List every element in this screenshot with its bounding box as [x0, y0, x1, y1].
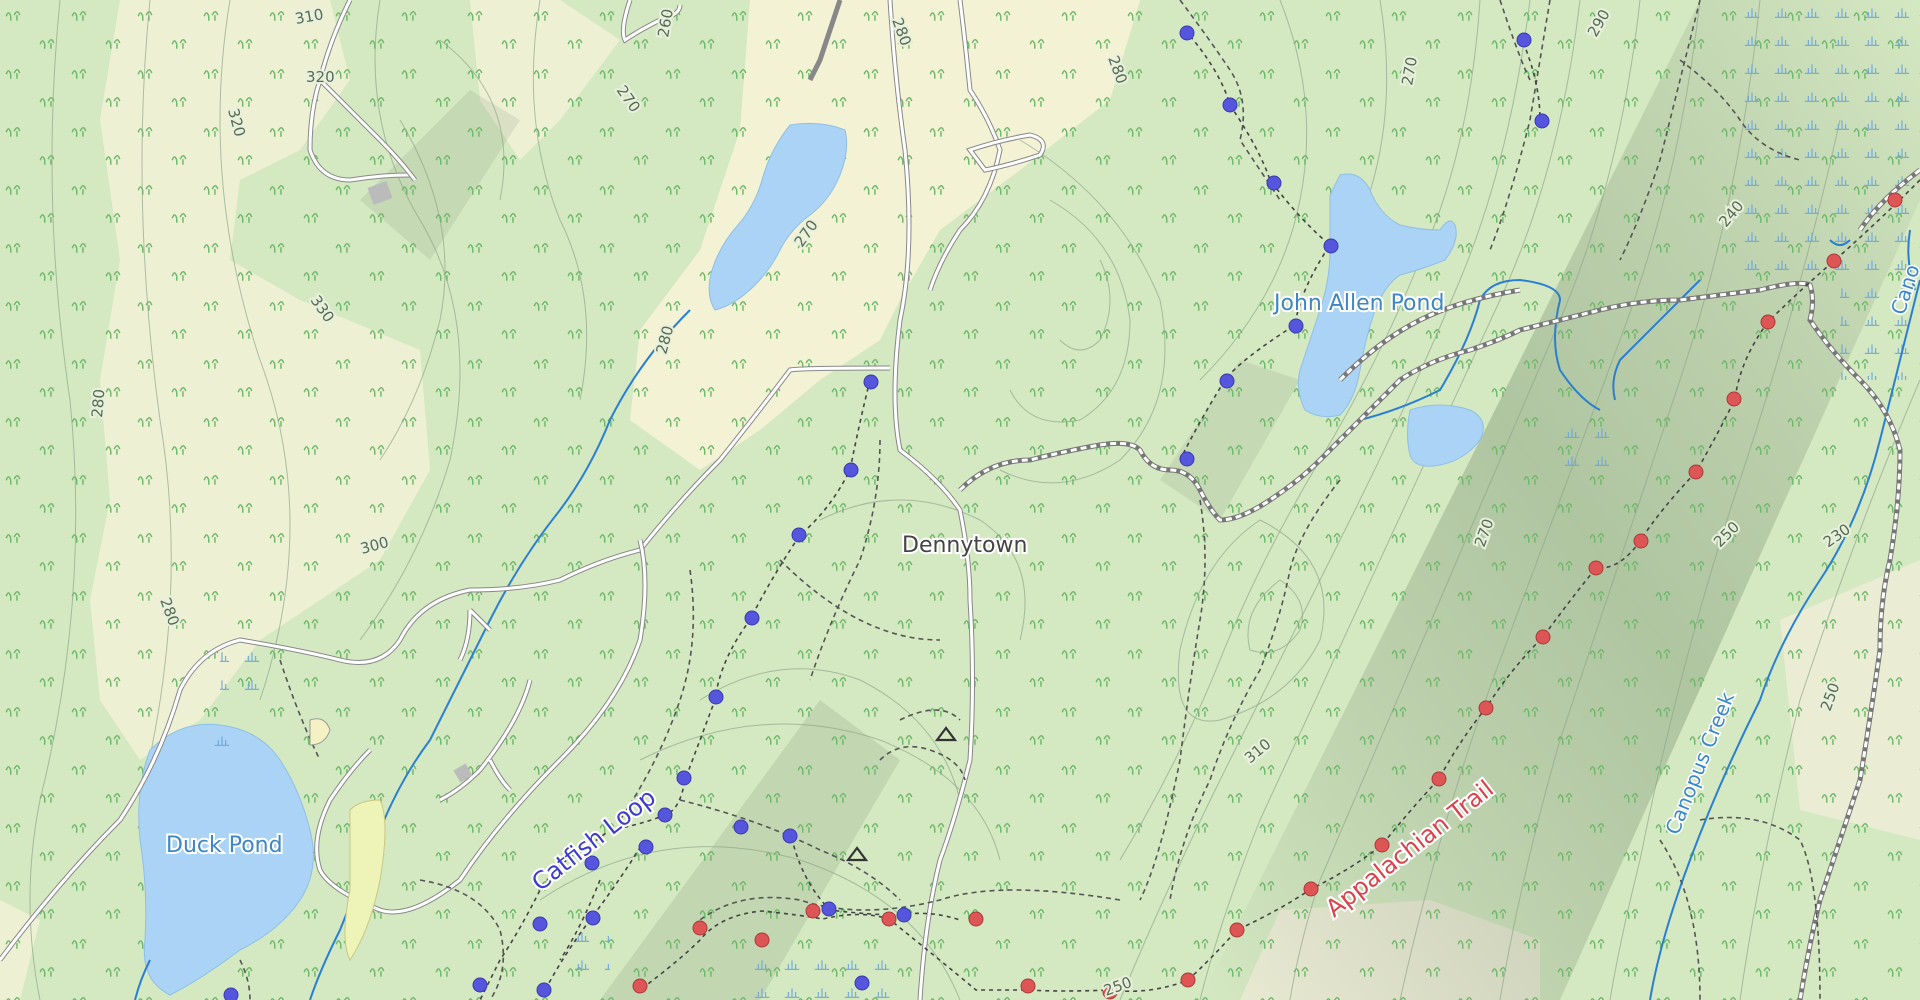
trail-marker	[1431, 771, 1447, 787]
trail-marker	[782, 828, 798, 844]
trail-marker	[754, 932, 770, 948]
trail-marker	[791, 527, 807, 543]
trail-marker	[585, 910, 601, 926]
dennytown-label: Dennytown	[902, 533, 1027, 558]
trail-marker	[1535, 629, 1551, 645]
trail-marker	[1179, 25, 1195, 41]
trail-marker	[1303, 881, 1319, 897]
duck-pond-label: Duck Pond	[166, 833, 283, 858]
trail-marker	[1760, 314, 1776, 330]
trail-marker	[1222, 97, 1238, 113]
trail-marker	[1688, 464, 1704, 480]
trail-marker	[223, 987, 239, 1000]
trail-marker	[1229, 922, 1245, 938]
trail-marker	[744, 610, 760, 626]
trail-marker	[1887, 192, 1903, 208]
trail-marker	[632, 978, 648, 994]
trail-marker	[1826, 253, 1842, 269]
trail-marker	[1179, 451, 1195, 467]
trail-marker	[854, 975, 870, 991]
trail-marker	[1534, 113, 1550, 129]
contour-label: 320	[306, 68, 335, 86]
trail-marker	[896, 907, 912, 923]
contour-label: 280	[88, 388, 108, 418]
trail-marker	[708, 689, 724, 705]
trail-marker	[1288, 318, 1304, 334]
trail-marker	[1266, 175, 1282, 191]
trail-marker	[472, 977, 488, 993]
trail-marker	[692, 920, 708, 936]
trail-marker	[657, 807, 673, 823]
trail-marker	[1020, 978, 1036, 994]
trail-marker	[1323, 238, 1339, 254]
trail-marker	[1726, 391, 1742, 407]
trail-marker	[536, 982, 552, 998]
trail-marker	[863, 374, 879, 390]
john-allen-pond-label: John Allen Pond	[1272, 291, 1444, 316]
trail-marker	[1478, 700, 1494, 716]
trail-marker	[1588, 560, 1604, 576]
trail-marker	[1633, 533, 1649, 549]
trail-marker	[733, 819, 749, 835]
trail-marker	[638, 839, 654, 855]
trail-marker	[821, 901, 837, 917]
topographic-map[interactable]: 310 320 320 260 280 280 270 270 330 280 …	[0, 0, 1920, 1000]
trail-marker	[1219, 373, 1235, 389]
trail-marker	[881, 911, 897, 927]
trail-marker	[532, 916, 548, 932]
trail-marker	[843, 462, 859, 478]
trail-marker	[1180, 972, 1196, 988]
trail-marker	[968, 911, 984, 927]
trail-marker	[1516, 32, 1532, 48]
trail-marker	[676, 770, 692, 786]
trail-marker	[805, 903, 821, 919]
